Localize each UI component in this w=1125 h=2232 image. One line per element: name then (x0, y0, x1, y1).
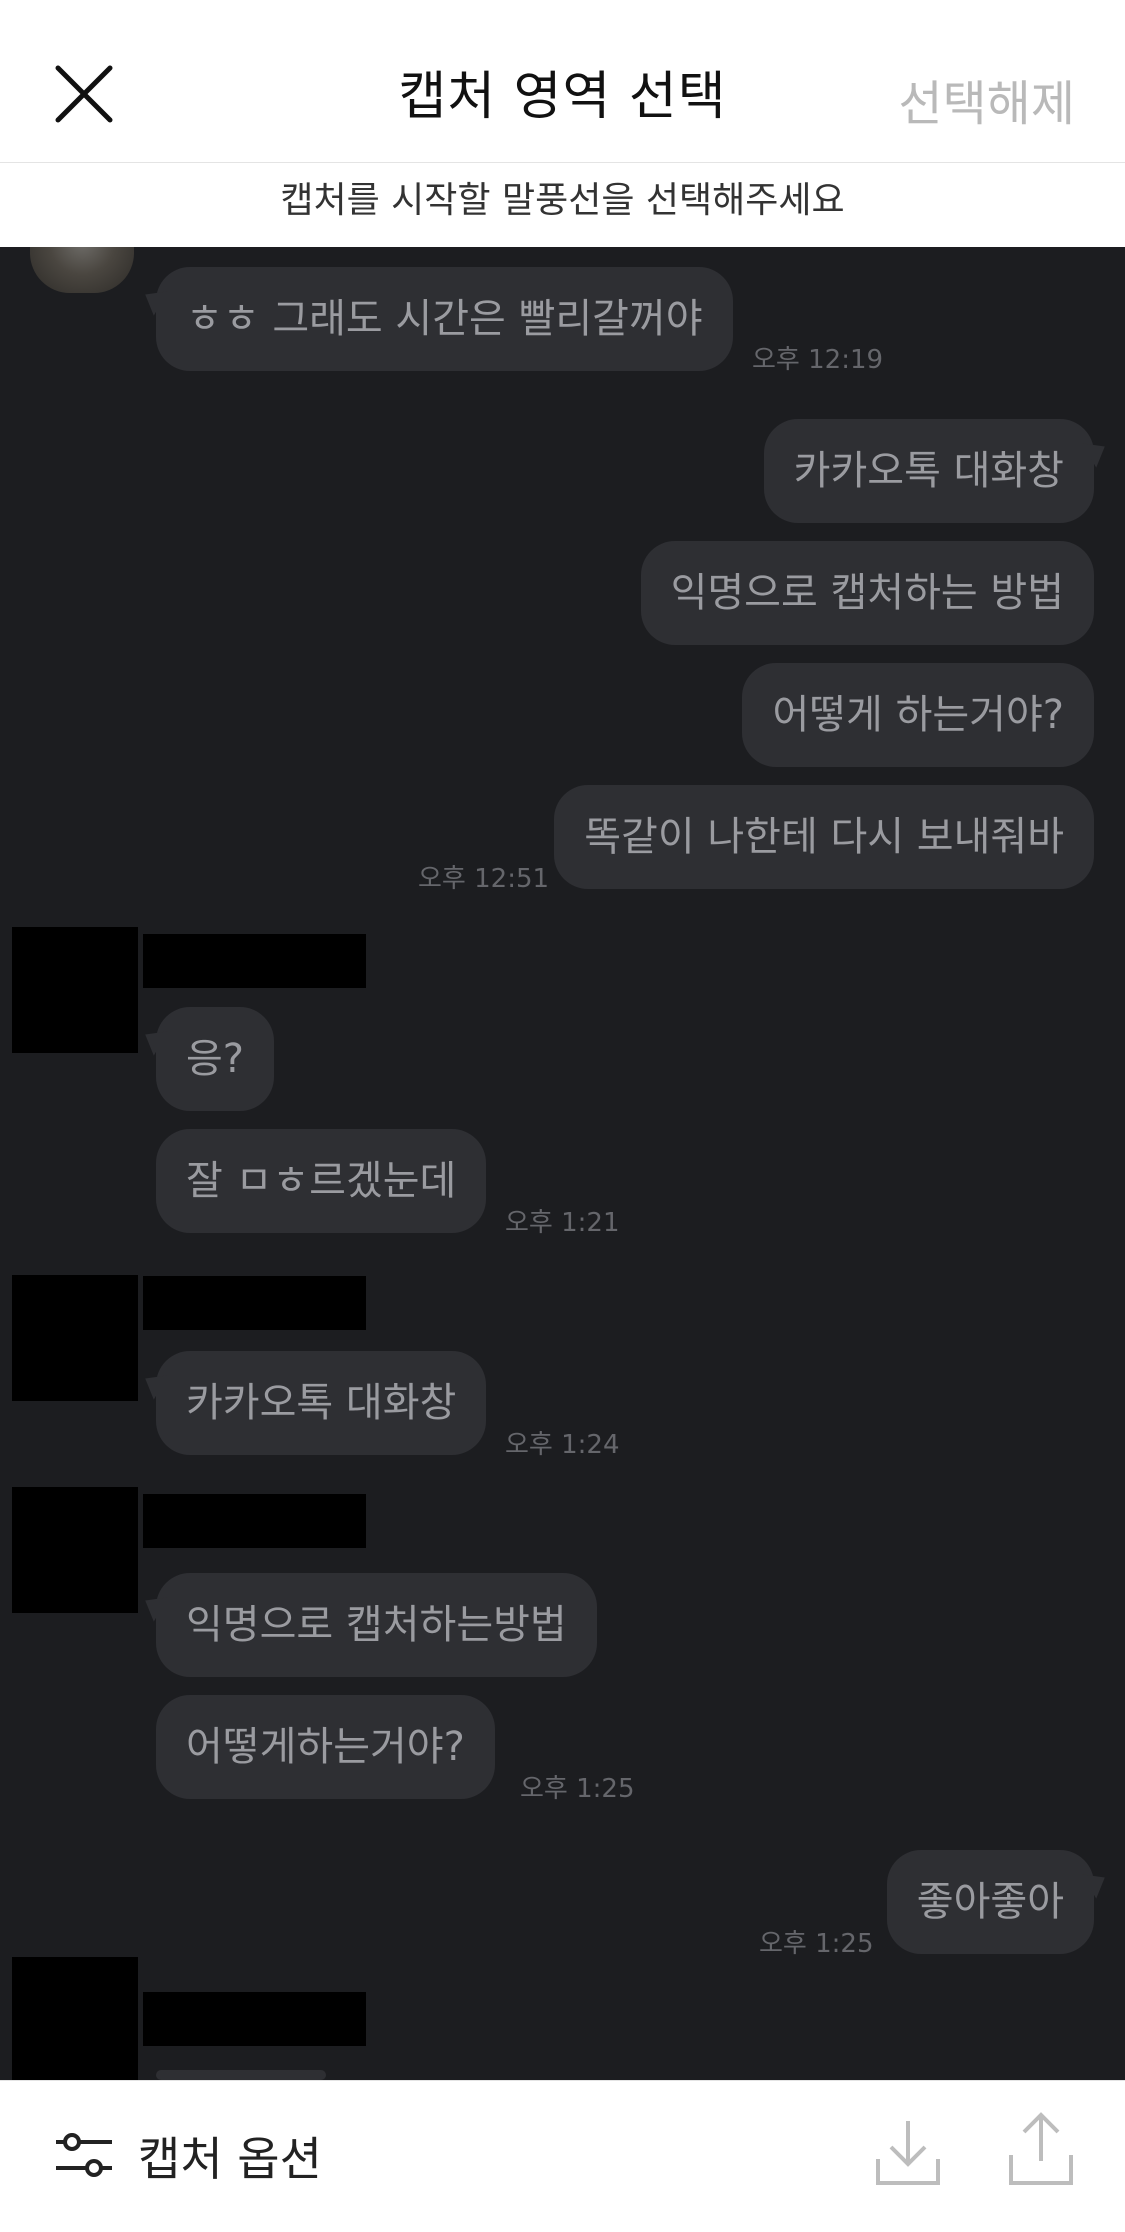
capture-options-button[interactable]: 캡처 옵션 (138, 2123, 322, 2189)
chat-area[interactable]: ㅎㅎ 그래도 시간은 빨리갈꺼야 오후 12:19 카카오톡 대화창 익명으로 … (0, 247, 1125, 2080)
message-bubble-partial[interactable] (156, 2070, 326, 2080)
message-bubble[interactable]: 익명으로 캡처하는 방법 (640, 541, 1094, 645)
avatar (30, 247, 134, 293)
redacted-avatar (12, 1487, 138, 1613)
message-bubble[interactable]: 잘 ㅁㅎ르겠눈데 (156, 1129, 487, 1233)
message-bubble[interactable]: 좋아좋아 (886, 1850, 1094, 1954)
instruction-text: 캡처를 시작할 말풍선을 선택해주세요 (0, 163, 1125, 247)
message-time: 오후 1:25 (759, 1929, 874, 1959)
download-icon[interactable] (875, 2117, 941, 2187)
redacted-name (143, 1494, 366, 1548)
message-bubble[interactable]: 카카오톡 대화창 (156, 1351, 487, 1455)
message-time: 오후 1:25 (520, 1774, 635, 1804)
deselect-button[interactable]: 선택해제 (898, 64, 1075, 134)
message-bubble[interactable]: 어떻게하는거야? (156, 1695, 495, 1799)
redacted-avatar (12, 1275, 138, 1401)
redacted-name (143, 1276, 366, 1330)
redacted-name (143, 1992, 366, 2046)
bottom-toolbar: 캡처 옵션 (0, 2080, 1125, 2232)
message-time: 오후 12:51 (418, 864, 550, 894)
message-bubble[interactable]: 카카오톡 대화창 (763, 419, 1094, 523)
message-time: 오후 12:19 (752, 345, 884, 375)
header: 캡처 영역 선택 선택해제 (0, 0, 1125, 163)
redacted-avatar (12, 927, 138, 1053)
sliders-icon[interactable] (54, 2125, 114, 2185)
message-time: 오후 1:24 (505, 1430, 620, 1460)
share-icon[interactable] (1008, 2111, 1074, 2187)
message-bubble[interactable]: ㅎㅎ 그래도 시간은 빨리갈꺼야 (156, 267, 733, 371)
redacted-avatar (12, 1957, 138, 2080)
message-bubble[interactable]: 어떻게 하는거야? (742, 663, 1094, 767)
message-bubble[interactable]: 똑같이 나한테 다시 보내줘바 (554, 785, 1094, 889)
message-bubble[interactable]: 응? (156, 1007, 275, 1111)
redacted-name (143, 934, 366, 988)
message-time: 오후 1:21 (505, 1208, 620, 1238)
message-bubble[interactable]: 익명으로 캡처하는방법 (156, 1573, 597, 1677)
